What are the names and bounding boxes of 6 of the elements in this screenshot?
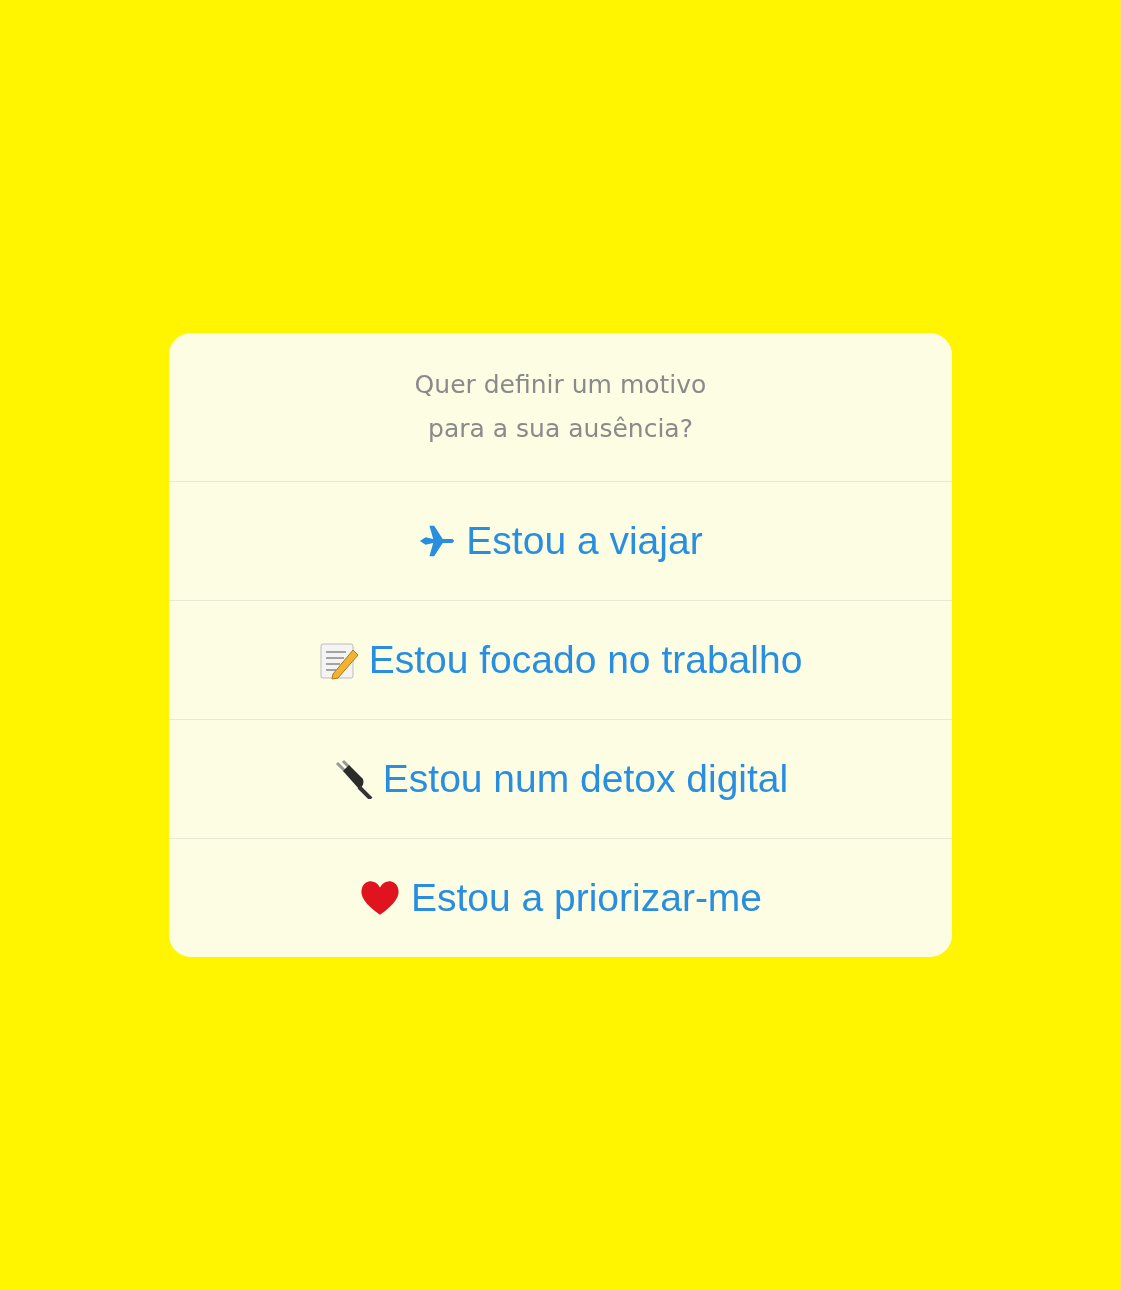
option-button[interactable]: Estou focado no trabalho	[169, 600, 952, 719]
notepad-pencil-icon	[318, 640, 359, 680]
prompt-text: Quer definir um motivo para a sua ausência?	[413, 369, 708, 445]
option-button[interactable]: Estou num detox digital	[169, 719, 952, 838]
option-button[interactable]: Estou a priorizar-me	[169, 838, 952, 957]
option-button[interactable]: Estou a viajar	[169, 481, 952, 600]
